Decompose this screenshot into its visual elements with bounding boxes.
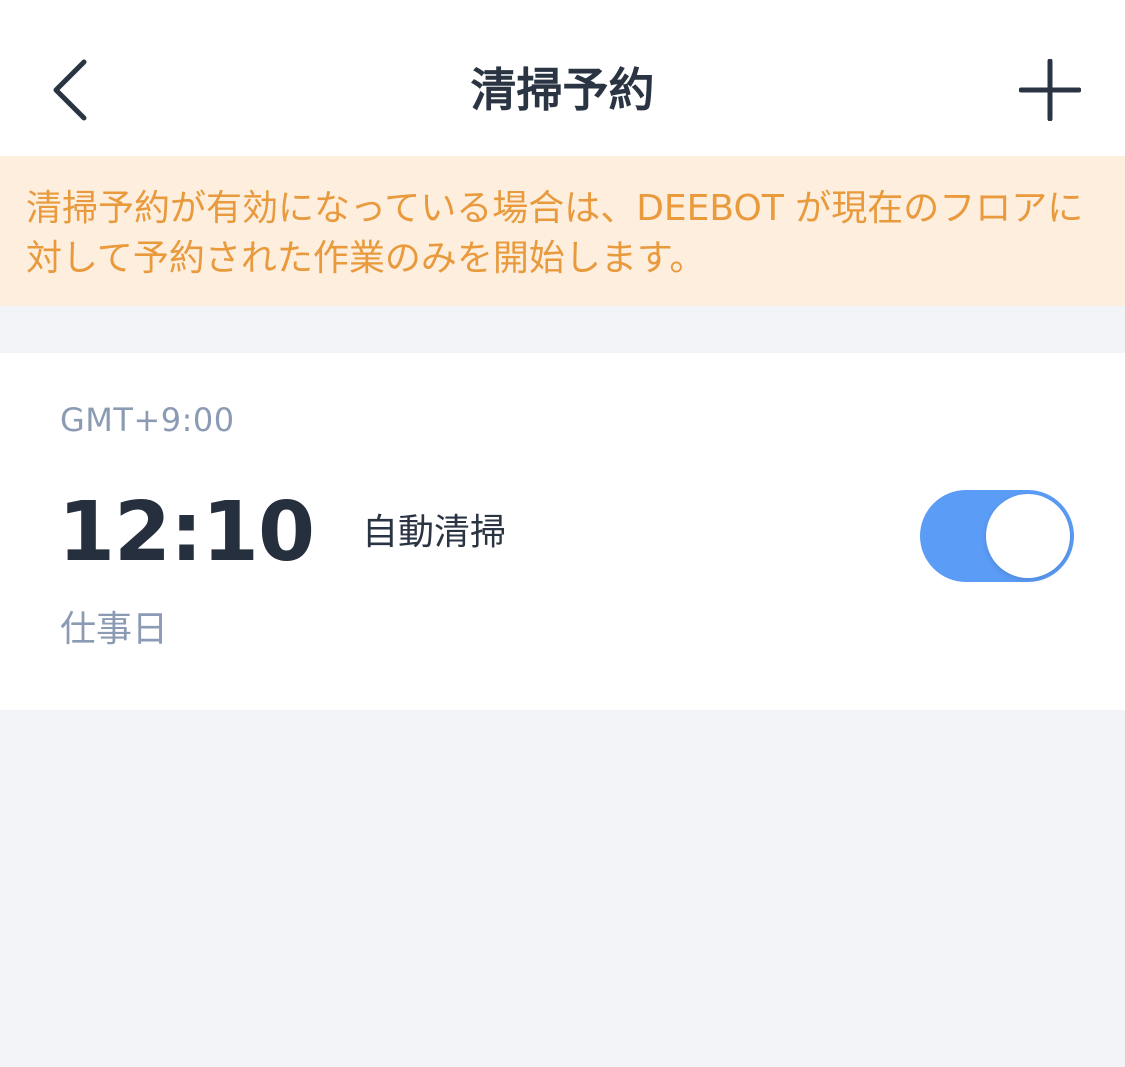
notice-text: 清掃予約が有効になっている場合は、DEEBOT が現在のフロアに対して予約された… (26, 188, 1084, 279)
notice-banner: 清掃予約が有効になっている場合は、DEEBOT が現在のフロアに対して予約された… (0, 156, 1125, 306)
plus-icon (1019, 59, 1081, 121)
schedule-timezone: GMT+9:00 (60, 401, 235, 439)
toggle-knob (986, 494, 1070, 578)
schedule-time: 12:10 (58, 485, 315, 580)
schedule-days: 仕事日 (60, 609, 169, 650)
page-title: 清掃予約 (470, 63, 655, 117)
header-bar: 清掃予約 (0, 0, 1125, 156)
schedule-enabled-toggle[interactable] (920, 490, 1074, 582)
schedule-item[interactable]: GMT+9:00 12:10 自動清掃 仕事日 (0, 353, 1125, 710)
schedule-page: 清掃予約 清掃予約が有効になっている場合は、DEEBOT が現在のフロアに対して… (0, 0, 1125, 1067)
schedule-mode: 自動清掃 (362, 512, 507, 553)
add-schedule-button[interactable] (1005, 45, 1095, 135)
